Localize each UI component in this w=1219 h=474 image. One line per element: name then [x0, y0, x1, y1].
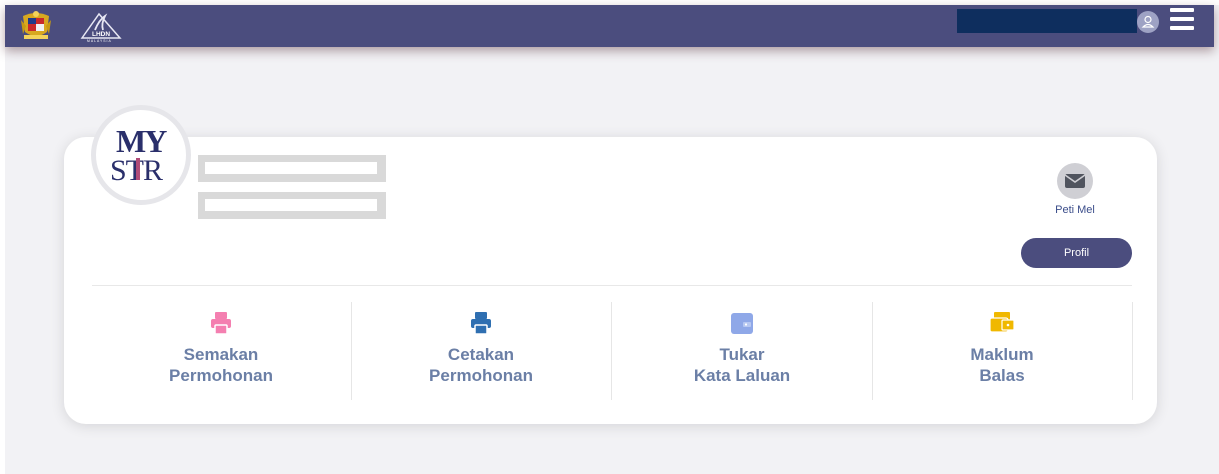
print-icon: [471, 312, 491, 335]
lhdn-logo[interactable]: LHDN MALAYSIA: [79, 8, 123, 44]
menu-label-line2: Permohonan: [429, 366, 533, 385]
lhdn-brand-subtext: MALAYSIA: [87, 39, 112, 43]
envelope-icon: [1064, 174, 1086, 188]
mail-button[interactable]: [1057, 163, 1093, 199]
print-icon: [211, 312, 231, 335]
menu-label-line1: Tukar: [719, 345, 765, 364]
frame-left: [0, 0, 5, 474]
menu-cetakan-permohonan[interactable]: Cetakan Permohonan: [351, 310, 611, 398]
menu-label-line2: Kata Laluan: [693, 366, 791, 385]
menu-separator: [1132, 302, 1133, 400]
menu-maklum-balas[interactable]: Maklum Balas: [872, 310, 1132, 398]
profile-button[interactable]: Profil: [1021, 238, 1132, 268]
menu-semakan-permohonan[interactable]: Semakan Permohonan: [91, 310, 351, 398]
menu-label-line1: Cetakan: [447, 345, 515, 364]
card-divider: [92, 285, 1132, 286]
navbar: LHDN MALAYSIA: [5, 5, 1214, 47]
menu-label-line1: Maklum: [970, 345, 1034, 364]
menu-label-line1: Semakan: [183, 345, 259, 364]
mail-label[interactable]: Peti Mel: [1040, 204, 1110, 216]
redacted-id-bar: [198, 192, 386, 219]
menu-label-line2: Balas: [979, 366, 1025, 385]
hamburger-menu-icon[interactable]: [1170, 8, 1194, 30]
malaysia-crest-icon[interactable]: [19, 10, 53, 42]
redacted-name-bar: [198, 155, 386, 182]
user-icon: [1141, 15, 1155, 28]
lhdn-brand-text: LHDN: [92, 31, 110, 38]
feedback-icon: [989, 312, 1015, 333]
menu-tukar-kata-laluan[interactable]: Tukar Kata Laluan: [612, 310, 872, 398]
user-avatar-icon[interactable]: [1137, 11, 1159, 33]
mystr-logo: MY STR: [91, 105, 191, 205]
redacted-username: [957, 9, 1137, 33]
menu-label-line2: Permohonan: [169, 366, 273, 385]
wallet-icon: [731, 313, 753, 334]
